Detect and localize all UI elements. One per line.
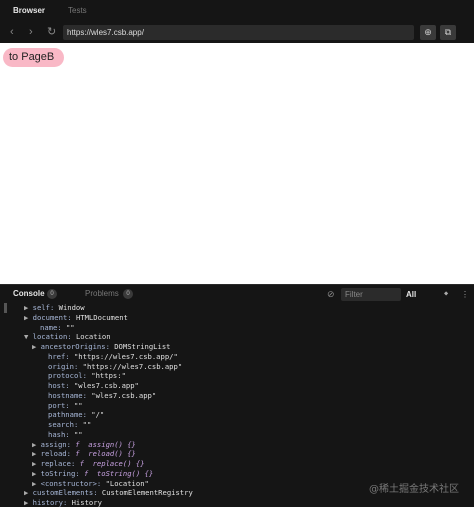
property-value: "Location" xyxy=(105,478,149,488)
property-key: href: xyxy=(48,351,74,361)
expand-triangle-icon[interactable]: ▶ xyxy=(32,459,41,468)
property-key: name: xyxy=(40,322,66,332)
property-value: Window xyxy=(58,303,85,312)
clear-console-icon[interactable]: ⊘ xyxy=(327,288,335,300)
property-value: f assign() {} xyxy=(75,439,136,449)
property-key: replace: xyxy=(40,459,80,468)
property-value: "https:" xyxy=(91,371,126,381)
property-key: ancestorOrigins: xyxy=(40,342,115,351)
expand-triangle-icon[interactable]: ▶ xyxy=(32,479,41,488)
property-key: reload: xyxy=(40,449,76,459)
property-key: protocol: xyxy=(48,371,92,381)
property-key: search: xyxy=(48,420,83,429)
property-key: document: xyxy=(32,312,76,322)
console-line[interactable]: ▶ toString: f toString() {} xyxy=(32,469,153,479)
property-key: self: xyxy=(32,303,59,312)
property-value: "wles7.csb.app" xyxy=(73,381,139,390)
property-value: "https://wles7.csb.app" xyxy=(82,361,183,371)
expand-triangle-icon[interactable]: ▶ xyxy=(24,498,33,507)
browser-preview: to PageB xyxy=(0,43,474,284)
property-key: assign: xyxy=(40,439,76,449)
expand-triangle-icon[interactable]: ▶ xyxy=(32,449,41,458)
expand-triangle-icon[interactable]: ▶ xyxy=(24,488,33,497)
property-value: f toString() {} xyxy=(83,468,154,478)
expand-triangle-icon[interactable]: ▶ xyxy=(32,440,41,449)
url-input[interactable]: https://wles7.csb.app/ xyxy=(63,25,414,40)
tab-browser[interactable]: Browser xyxy=(13,0,45,22)
console-line[interactable]: ▼ location: Location xyxy=(24,332,111,342)
console-line: host: "wles7.csb.app" xyxy=(48,381,139,391)
property-key: customElements: xyxy=(32,488,102,498)
property-key: host: xyxy=(48,381,74,390)
property-key: location: xyxy=(32,332,76,342)
property-key: <constructor>: xyxy=(40,478,106,488)
top-tabbar: Browser Tests xyxy=(0,0,474,22)
forward-icon[interactable]: › xyxy=(29,22,33,43)
console-line: name: "" xyxy=(40,323,75,333)
more-icon[interactable]: ⋮ xyxy=(461,288,469,301)
property-value: "" xyxy=(73,400,83,410)
property-value: History xyxy=(71,498,102,507)
refresh-icon[interactable]: ↻ xyxy=(47,22,56,43)
property-key: toString: xyxy=(40,468,84,478)
console-line[interactable]: ▶ ancestorOrigins: DOMStringList xyxy=(32,342,171,352)
property-value: f replace() {} xyxy=(79,459,145,468)
property-value: DOMStringList xyxy=(114,342,171,351)
console-header: Console 0 Problems 0 ⊘ Filter All ⬥ ⋮ xyxy=(0,284,474,303)
chevron-down-icon: ⬥ xyxy=(444,291,449,297)
console-count-badge: 0 xyxy=(47,289,57,299)
console-line[interactable]: ▶ reload: f reload() {} xyxy=(32,449,136,459)
open-new-window-icon[interactable]: ⧉ xyxy=(440,25,456,40)
property-value: "" xyxy=(73,429,83,439)
console-line: href: "https://wles7.csb.app/" xyxy=(48,352,178,362)
property-value: Location xyxy=(75,332,111,342)
console-line[interactable]: ▶ customElements: CustomElementRegistry xyxy=(24,488,193,498)
back-icon[interactable]: ‹ xyxy=(10,22,14,43)
console-line: port: "" xyxy=(48,401,83,411)
tab-problems[interactable]: Problems xyxy=(85,285,119,303)
console-line: protocol: "https:" xyxy=(48,371,126,381)
property-value: f reload() {} xyxy=(75,449,136,459)
expand-triangle-icon[interactable]: ▶ xyxy=(32,469,41,478)
open-preview-icon[interactable]: ⊕ xyxy=(420,25,436,40)
tab-tests[interactable]: Tests xyxy=(68,0,87,22)
console-line: hostname: "wles7.csb.app" xyxy=(48,391,156,401)
console-line[interactable]: ▶ replace: f replace() {} xyxy=(32,459,145,469)
collapse-triangle-icon[interactable]: ▼ xyxy=(24,332,33,341)
expand-triangle-icon[interactable]: ▶ xyxy=(24,313,33,322)
property-key: port: xyxy=(48,400,74,410)
console-line[interactable]: ▶ document: HTMLDocument xyxy=(24,313,128,323)
property-key: origin: xyxy=(48,361,83,371)
expand-triangle-icon[interactable]: ▶ xyxy=(32,342,41,351)
console-line: hash: "" xyxy=(48,430,83,440)
property-key: hostname: xyxy=(48,390,92,400)
property-key: pathname: xyxy=(48,410,92,420)
console-line: pathname: "/" xyxy=(48,410,104,420)
tab-console[interactable]: Console xyxy=(13,285,45,303)
console-line: origin: "https://wles7.csb.app" xyxy=(48,362,182,372)
console-line[interactable]: ▶ self: Window xyxy=(24,303,85,313)
console-output: ▶ self: Window ▶ document: HTMLDocument na… xyxy=(0,303,474,507)
property-value: "" xyxy=(82,420,92,429)
console-line[interactable]: ▶ <constructor>: "Location" xyxy=(32,479,149,489)
property-value: "wles7.csb.app" xyxy=(91,390,157,400)
expand-triangle-icon[interactable]: ▶ xyxy=(24,303,33,312)
selection-marker xyxy=(4,303,7,313)
problems-count-badge: 0 xyxy=(123,289,133,299)
filter-input[interactable]: Filter xyxy=(341,288,401,301)
console-line[interactable]: ▶ assign: f assign() {} xyxy=(32,440,136,450)
property-value: "/" xyxy=(91,410,105,420)
property-key: hash: xyxy=(48,429,74,439)
watermark: @稀土掘金技术社区 xyxy=(369,484,459,495)
property-value: CustomElementRegistry xyxy=(101,488,193,498)
to-pageb-button[interactable]: to PageB xyxy=(3,48,65,67)
navigation-bar: ‹ › ↻ https://wles7.csb.app/ ⊕ ⧉ xyxy=(0,22,474,43)
console-line: search: "" xyxy=(48,420,91,430)
property-value: "" xyxy=(65,322,75,332)
property-key: history: xyxy=(32,498,72,507)
property-value: HTMLDocument xyxy=(75,312,128,322)
property-value: "https://wles7.csb.app/" xyxy=(73,351,178,361)
console-line[interactable]: ▶ history: History xyxy=(24,498,102,507)
